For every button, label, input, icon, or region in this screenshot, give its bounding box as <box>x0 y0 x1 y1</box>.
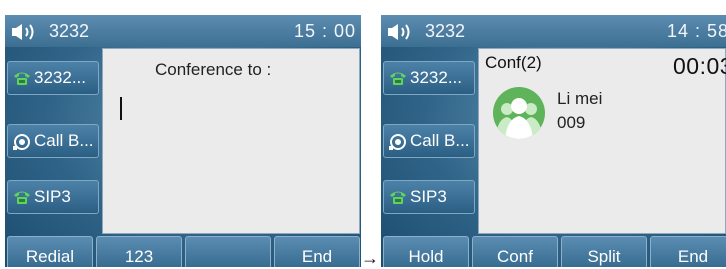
status-bar: 3232 14 : 58 <box>381 15 726 47</box>
softkey-split[interactable]: Split <box>561 236 647 267</box>
account-label: 3232 <box>49 21 90 41</box>
softkey-end[interactable]: End <box>274 236 360 267</box>
line-key-label: Call B... <box>410 131 470 150</box>
clock: 15 : 00 <box>293 21 356 41</box>
call-info-panel: Conf(2) 00:03 Li mei 009 <box>478 48 726 234</box>
line-key-account[interactable]: 3232... <box>383 61 475 95</box>
line-key-label: SIP3 <box>34 187 71 206</box>
participant-name: Li mei <box>557 89 603 108</box>
text-cursor <box>120 97 122 120</box>
participant-number: 009 <box>557 113 586 132</box>
status-bar: 3232 15 : 00 <box>5 15 361 47</box>
phone-icon <box>12 70 32 91</box>
clock: 14 : 58 <box>667 21 726 41</box>
phone-screen-conference-to: 3232 15 : 00 3232... Call B... SIP3 Conf… <box>5 15 361 267</box>
line-key-label: 3232... <box>34 68 86 87</box>
softkey-123[interactable]: 123 <box>96 236 182 267</box>
line-key-label: 3232... <box>410 68 462 87</box>
call-back-icon <box>388 133 408 156</box>
line-key-sip3[interactable]: SIP3 <box>383 180 475 214</box>
line-key-label: SIP3 <box>410 187 447 206</box>
phone-icon <box>12 189 32 210</box>
transition-arrow: → <box>361 248 379 268</box>
call-back-icon <box>12 133 32 156</box>
softkey-empty[interactable] <box>185 236 271 267</box>
conference-avatar-icon <box>493 87 545 139</box>
line-key-call-back[interactable]: Call B... <box>7 124 99 158</box>
line-key-label: Call B... <box>34 131 94 150</box>
call-timer: 00:03 <box>673 53 726 79</box>
line-key-account[interactable]: 3232... <box>7 61 99 95</box>
phone-screen-conference-call: 3232 14 : 58 3232... Call B... SIP3 Conf… <box>381 15 726 267</box>
softkey-hold[interactable]: Hold <box>383 236 469 267</box>
softkey-conf[interactable]: Conf <box>472 236 558 267</box>
softkey-redial[interactable]: Redial <box>7 236 93 267</box>
softkey-end[interactable]: End <box>650 236 726 267</box>
phone-icon <box>388 189 408 210</box>
conference-input-panel[interactable]: Conference to : <box>102 48 360 234</box>
speaker-icon <box>11 23 41 46</box>
phone-icon <box>388 70 408 91</box>
account-label: 3232 <box>425 21 466 41</box>
line-key-call-back[interactable]: Call B... <box>383 124 475 158</box>
speaker-icon <box>387 23 417 46</box>
conference-title: Conf(2) <box>485 53 542 72</box>
line-key-sip3[interactable]: SIP3 <box>7 180 99 214</box>
panel-title: Conference to : <box>155 60 272 79</box>
